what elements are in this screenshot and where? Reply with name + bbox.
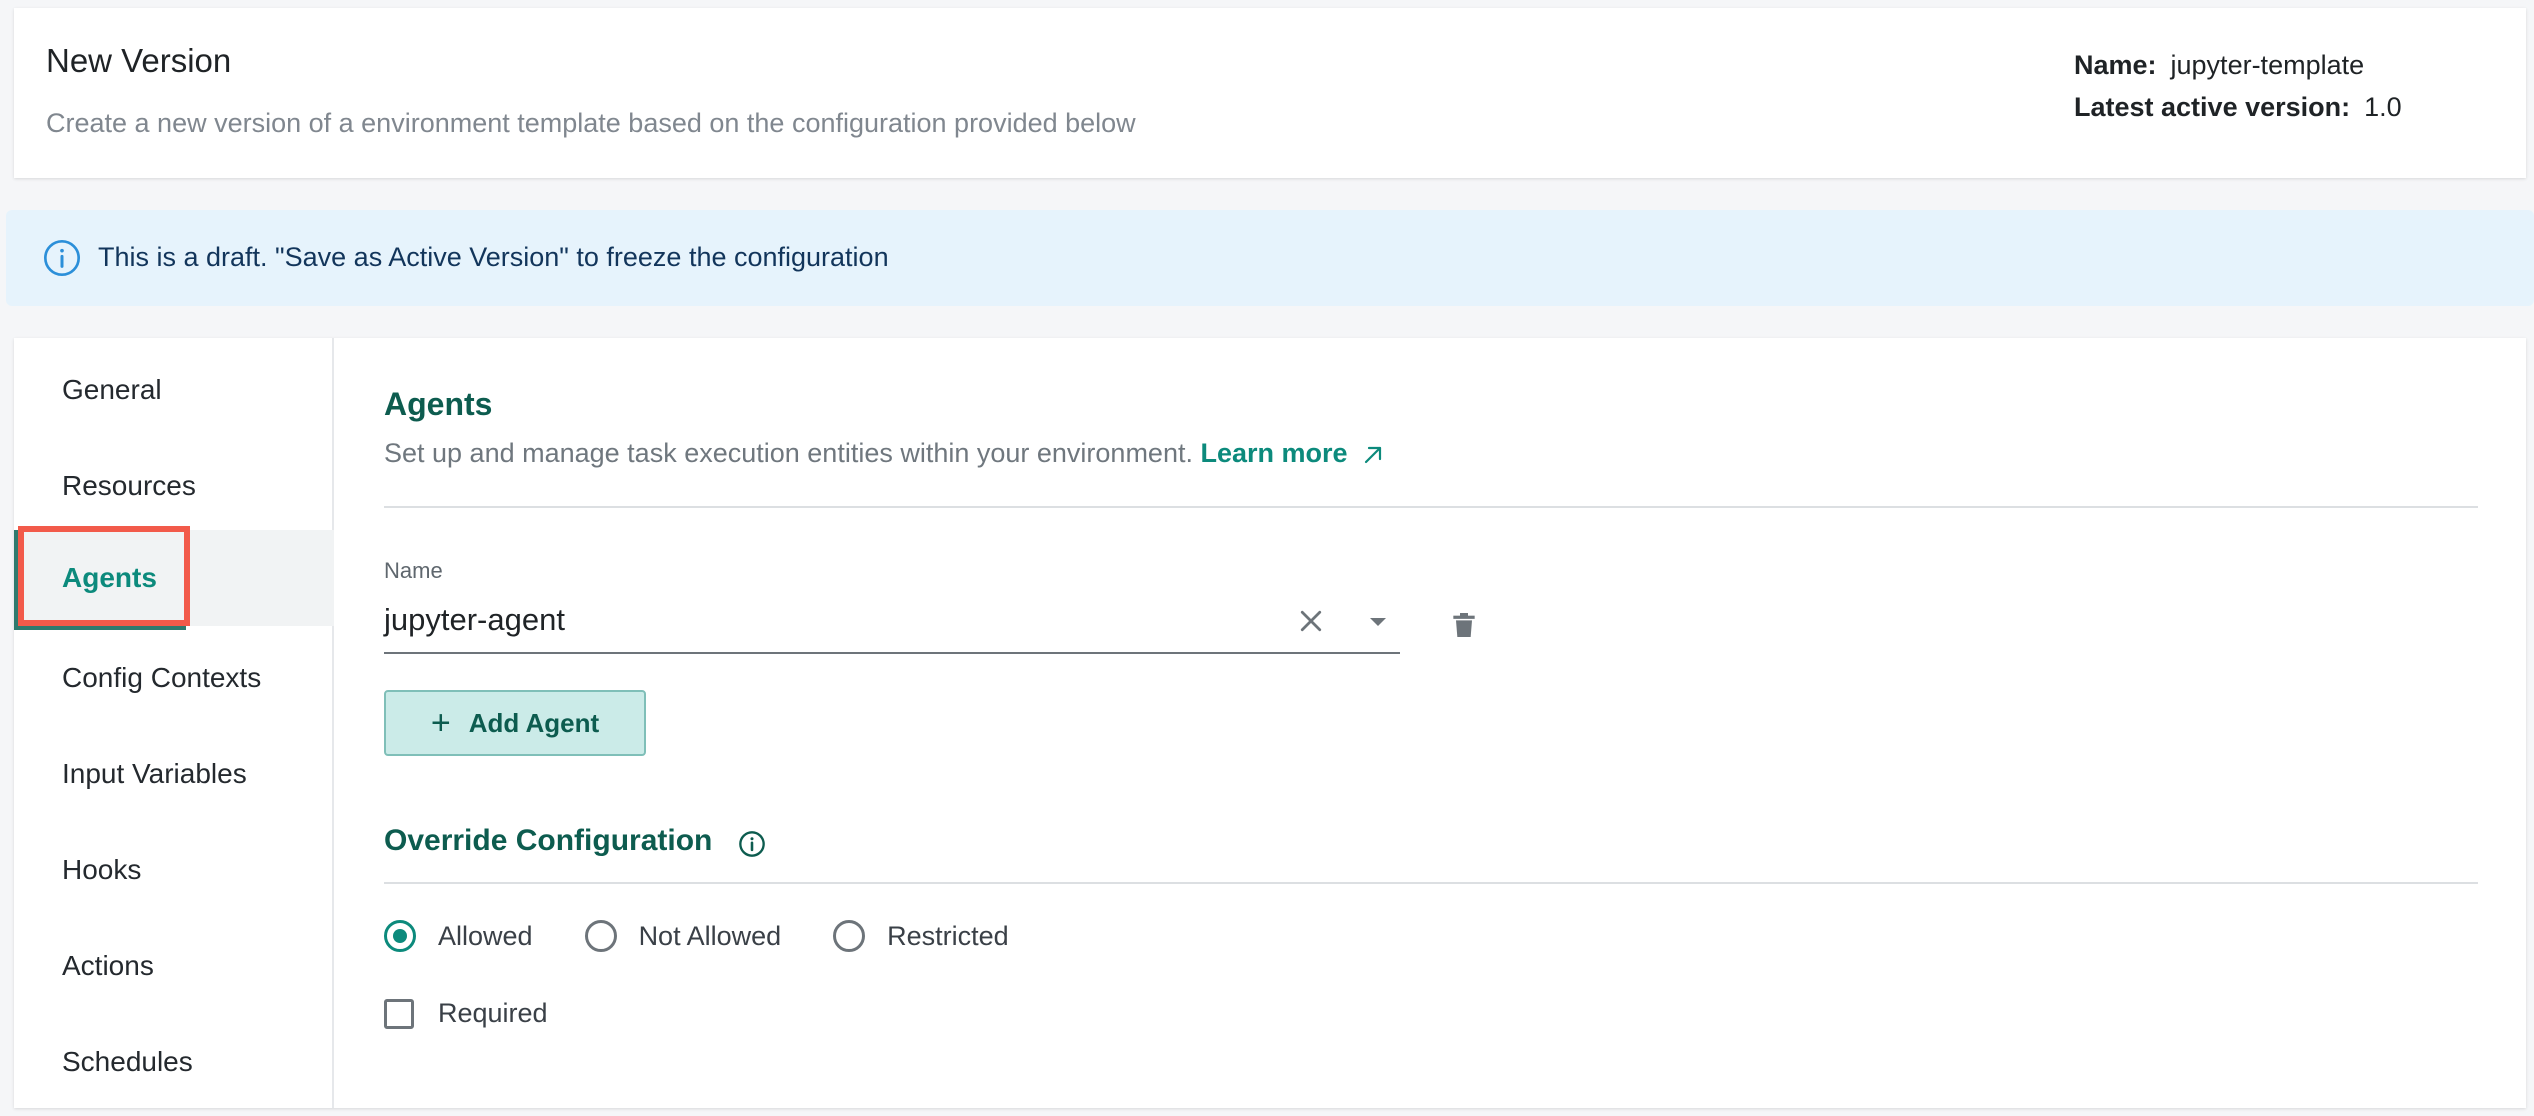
learn-more-label: Learn more [1200, 438, 1348, 468]
add-agent-label: Add Agent [468, 707, 600, 738]
radio-allowed-circle[interactable] [384, 920, 416, 952]
override-radio-group: Allowed Not Allowed Restricted [384, 920, 1061, 952]
main-panel: General Resources Agents Config Contexts… [14, 338, 2526, 1108]
section-title: Agents [384, 386, 493, 422]
radio-restricted[interactable]: Restricted [833, 920, 1009, 952]
sidebar-item-hooks[interactable]: Hooks [14, 822, 334, 918]
meta-version-value: 1.0 [2364, 91, 2402, 122]
chevron-down-icon[interactable] [1366, 610, 1390, 634]
override-config-title: Override Configuration [384, 824, 713, 857]
sidebar-item-input-variables[interactable]: Input Variables [14, 726, 334, 822]
agents-section: Agents Set up and manage task execution … [384, 338, 2484, 1108]
draft-banner: This is a draft. "Save as Active Version… [6, 210, 2534, 306]
meta-name-value: jupyter-template [2170, 49, 2365, 80]
radio-not-allowed-label: Not Allowed [638, 920, 782, 951]
sidebar-item-actions[interactable]: Actions [14, 918, 334, 1014]
required-checkbox-row[interactable]: Required [384, 998, 548, 1029]
required-checkbox[interactable] [384, 998, 414, 1029]
override-divider [384, 882, 2478, 884]
external-link-icon [1364, 446, 1382, 463]
sidebar-item-config-contexts[interactable]: Config Contexts [14, 630, 334, 726]
meta-name-label: Name: [2074, 49, 2157, 80]
clear-icon[interactable] [1296, 606, 1326, 636]
sidebar-item-resources[interactable]: Resources [14, 438, 334, 534]
page-subtitle: Create a new version of a environment te… [46, 108, 1136, 138]
agent-name-label: Name [384, 558, 443, 583]
plus-icon: + [430, 704, 451, 742]
section-description-text: Set up and manage task execution entitie… [384, 438, 1193, 468]
radio-restricted-label: Restricted [887, 920, 1009, 951]
agent-name-value: jupyter-agent [384, 602, 565, 637]
meta-version-row: Latest active version: 1.0 [2074, 86, 2402, 128]
page-title: New Version [46, 42, 232, 79]
sidebar-item-agents[interactable]: Agents [14, 530, 334, 626]
header-card: New Version Create a new version of a en… [14, 8, 2526, 178]
radio-restricted-circle[interactable] [833, 920, 866, 952]
section-description: Set up and manage task execution entitie… [384, 438, 1385, 469]
radio-not-allowed-circle[interactable] [584, 920, 617, 952]
override-info-icon[interactable] [738, 830, 766, 858]
required-label: Required [438, 998, 548, 1028]
add-agent-button[interactable]: + Add Agent [384, 690, 646, 756]
trash-icon[interactable] [1448, 608, 1480, 642]
meta-version-label: Latest active version: [2074, 91, 2351, 122]
info-icon [44, 240, 80, 276]
sidebar-item-schedules[interactable]: Schedules [14, 1014, 334, 1110]
radio-allowed-label: Allowed [438, 920, 533, 951]
banner-text: This is a draft. "Save as Active Version… [98, 242, 889, 272]
section-divider [384, 506, 2478, 508]
meta-name-row: Name: jupyter-template [2074, 44, 2402, 86]
template-meta: Name: jupyter-template Latest active ver… [2074, 44, 2402, 128]
radio-not-allowed[interactable]: Not Allowed [584, 920, 782, 952]
agent-name-select[interactable]: jupyter-agent [384, 588, 1400, 654]
learn-more-link[interactable]: Learn more [1201, 438, 1386, 468]
sidebar: General Resources Agents Config Contexts… [14, 338, 334, 1108]
radio-allowed[interactable]: Allowed [384, 920, 533, 952]
sidebar-item-general[interactable]: General [14, 342, 334, 438]
